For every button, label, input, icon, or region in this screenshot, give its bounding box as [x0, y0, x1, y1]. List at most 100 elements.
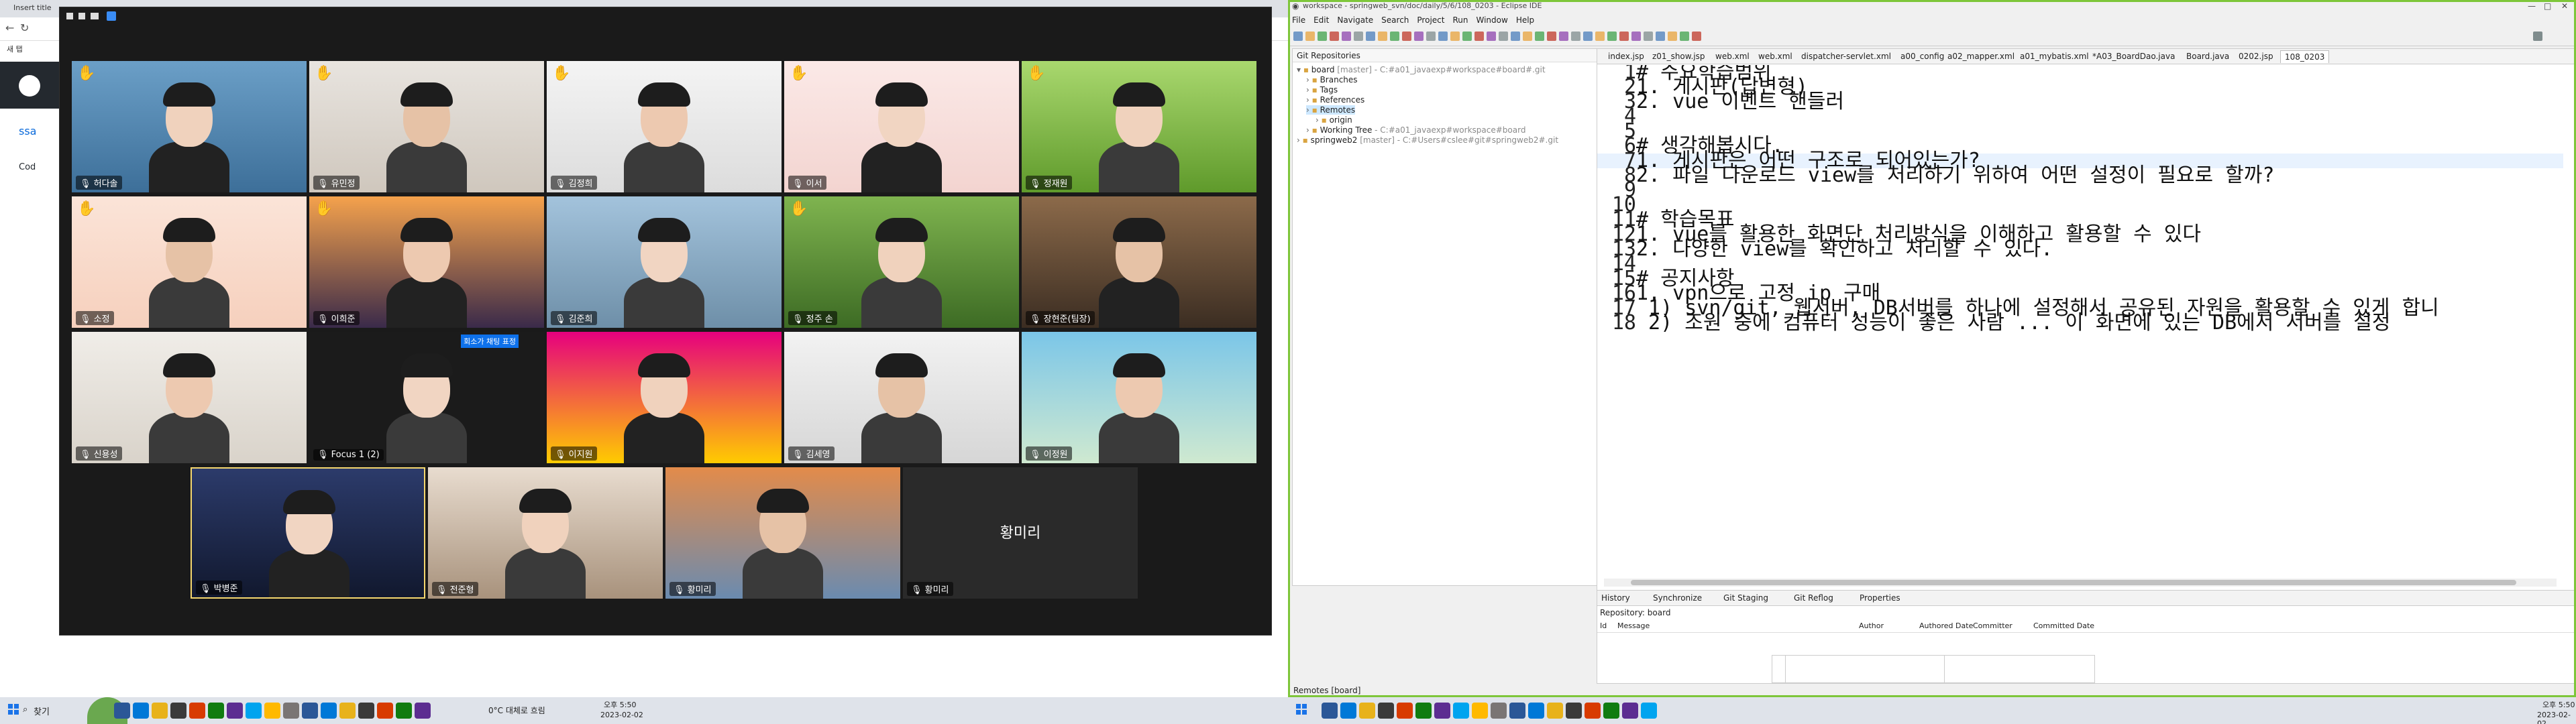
code-line[interactable]: 4	[1597, 107, 2563, 127]
taskbar-app-icon[interactable]	[189, 703, 205, 719]
collapse-arrow-icon[interactable]: ›	[1306, 85, 1312, 95]
tree-item[interactable]: › ▪ Remotes	[1306, 105, 1356, 115]
code-line[interactable]: 132. 다양한 view를 확인하고 처리할 수 있다.	[1597, 239, 2563, 259]
taskbar-app-icon[interactable]	[1547, 703, 1563, 719]
bottom-tab[interactable]: History	[1601, 593, 1630, 603]
menu-item-run[interactable]: Run	[1448, 13, 1472, 27]
taskbar-app-icon[interactable]	[1378, 703, 1394, 719]
editor-content[interactable]: 1# 주요학습범위 21. 게시판(답변형) 32. vue 이벤트 핸들러 4 5 6#…	[1597, 65, 2563, 578]
editor-tab[interactable]: web.xml	[1711, 50, 1754, 62]
collapse-arrow-icon[interactable]: ›	[1306, 125, 1312, 135]
participant-tile[interactable]: ✋ 🎙 소정	[72, 196, 307, 328]
code-line[interactable]: 82. 파일 다운로드 view를 처리하기 위하여 어떤 설정이 필요로 할까…	[1597, 166, 2563, 186]
taskbar-app-icon[interactable]	[283, 703, 299, 719]
file-diff-pane[interactable]	[1785, 655, 2095, 683]
participant-tile[interactable]: 황미리 🎙 황미리	[903, 467, 1138, 599]
taskbar-app-icon[interactable]	[246, 703, 262, 719]
collapse-arrow-icon[interactable]: ›	[1306, 95, 1312, 105]
menu-item-project[interactable]: Project	[1413, 13, 1448, 27]
windows-start-icon[interactable]	[1296, 704, 1307, 715]
toolbar-button-icon[interactable]	[1559, 32, 1568, 41]
bottom-tab[interactable]: Properties	[1860, 593, 1900, 603]
toolbar-button-icon[interactable]	[1318, 32, 1327, 41]
tree-item[interactable]: › ▪ Tags	[1306, 85, 1338, 95]
taskbar-date[interactable]: 2023-02-02	[600, 711, 643, 719]
participant-tile[interactable]: ✋ 🎙 허다솔	[72, 61, 307, 192]
toolbar-button-icon[interactable]	[1583, 32, 1593, 41]
taskbar-app-icon[interactable]	[1472, 703, 1488, 719]
toolbar-button-icon[interactable]	[1474, 32, 1484, 41]
collapse-arrow-icon[interactable]: ›	[1297, 135, 1303, 145]
editor-tab[interactable]: a02_mapper.xml	[1943, 50, 2019, 62]
toolbar-button-icon[interactable]	[1619, 32, 1629, 41]
repo-name[interactable]: ssa	[19, 125, 36, 137]
tree-item[interactable]: ▾ ▪ board [master] - C:#a01_javaexp#work…	[1297, 65, 1546, 74]
taskbar-app-icon[interactable]	[396, 703, 412, 719]
maximize-icon[interactable]: □	[2544, 0, 2551, 12]
bottom-tab[interactable]: Git Reflog	[1794, 593, 1833, 603]
toolbar-button-icon[interactable]	[1535, 32, 1544, 41]
taskbar-app-icon[interactable]	[1641, 703, 1657, 719]
editor-tab[interactable]: Board.java	[2182, 50, 2233, 62]
toolbar-button-icon[interactable]	[1354, 32, 1363, 41]
taskbar-app-icon[interactable]	[377, 703, 393, 719]
toolbar-button-icon[interactable]	[1450, 32, 1460, 41]
minimize-icon[interactable]: —	[2528, 0, 2536, 12]
taskbar-app-icon[interactable]	[1453, 703, 1469, 719]
expand-arrow-icon[interactable]: ▾	[1297, 65, 1303, 74]
menu-item-window[interactable]: Window	[1472, 13, 1511, 27]
taskbar-app-icon[interactable]	[1528, 703, 1544, 719]
participant-tile[interactable]: 🎙 황미리	[665, 467, 900, 599]
search-icon[interactable]: ⌕	[23, 705, 28, 715]
code-tab[interactable]: Cod	[19, 162, 36, 172]
search-icon[interactable]	[2533, 32, 2542, 41]
taskbar-app-icon[interactable]	[302, 703, 318, 719]
participant-tile[interactable]: 🎙 박병준	[191, 467, 425, 599]
editor-tab[interactable]: web.xml	[1754, 50, 1796, 62]
toolbar-button-icon[interactable]	[1378, 32, 1387, 41]
editor-tab[interactable]: z01_show.jsp	[1648, 50, 1709, 62]
menu-item-file[interactable]: File	[1288, 13, 1309, 27]
code-line[interactable]: 10	[1597, 195, 2563, 215]
editor-tab[interactable]: dispatcher-servlet.xml	[1797, 50, 1895, 62]
participant-tile[interactable]: 🎙 Focus 1 (2) 회소가 채팅 표정	[309, 332, 544, 463]
toolbar-button-icon[interactable]	[1656, 32, 1665, 41]
taskbar-app-icon[interactable]	[1585, 703, 1601, 719]
participant-tile[interactable]: 🎙 신용성	[72, 332, 307, 463]
toolbar-button-icon[interactable]	[1547, 32, 1556, 41]
taskbar-app-icon[interactable]	[321, 703, 337, 719]
collapse-arrow-icon[interactable]: ›	[1306, 105, 1312, 115]
participant-tile[interactable]: ✋ 🎙 이서	[784, 61, 1019, 192]
git-view-title[interactable]: Git Repositories	[1293, 49, 1599, 62]
participant-tile[interactable]: ✋ 🎙 정주 손	[784, 196, 1019, 328]
taskbar-search-label[interactable]: 찾기	[34, 705, 50, 717]
toolbar-button-icon[interactable]	[1462, 32, 1472, 41]
editor-tab[interactable]: a01_mybatis.xml	[2016, 50, 2093, 62]
taskbar-app-icon[interactable]	[1415, 703, 1432, 719]
toolbar-button-icon[interactable]	[1595, 32, 1605, 41]
toolbar-button-icon[interactable]	[1438, 32, 1448, 41]
toolbar-button-icon[interactable]	[1692, 32, 1701, 41]
taskbar-app-icon[interactable]	[1491, 703, 1507, 719]
taskbar-app-icon[interactable]	[1603, 703, 1619, 719]
reload-icon[interactable]: ↻	[20, 21, 29, 34]
weather-text[interactable]: 0°C 대체로 흐림	[488, 705, 545, 716]
tree-item[interactable]: › ▪ springweb2 [master] - C:#Users#cslee…	[1297, 135, 1558, 145]
participant-tile[interactable]: ✋ 🎙 김정희	[547, 61, 782, 192]
taskbar-time[interactable]: 오후 5:50	[604, 699, 636, 710]
participant-tile[interactable]: ✋ 🎙 정재원	[1022, 61, 1256, 192]
bookmark-item[interactable]: 새 탭	[7, 44, 23, 54]
toolbar-button-icon[interactable]	[1644, 32, 1653, 41]
editor-tab[interactable]: index.jsp	[1604, 50, 1648, 62]
scrollbar-thumb[interactable]	[1631, 580, 2516, 585]
editor-tab[interactable]: *A03_BoardDao.java	[2088, 50, 2179, 62]
taskbar-date[interactable]: 2023-02-02	[2537, 711, 2576, 724]
menu-item-search[interactable]: Search	[1377, 13, 1413, 27]
menu-item-edit[interactable]: Edit	[1309, 13, 1333, 27]
toolbar-button-icon[interactable]	[1414, 32, 1424, 41]
editor-tab[interactable]: 108_0203	[2280, 50, 2330, 63]
toolbar-button-icon[interactable]	[1511, 32, 1520, 41]
taskbar-app-icon[interactable]	[264, 703, 280, 719]
tree-item[interactable]: › ▪ References	[1306, 95, 1364, 105]
participant-tile[interactable]: 🎙 이정원	[1022, 332, 1256, 463]
